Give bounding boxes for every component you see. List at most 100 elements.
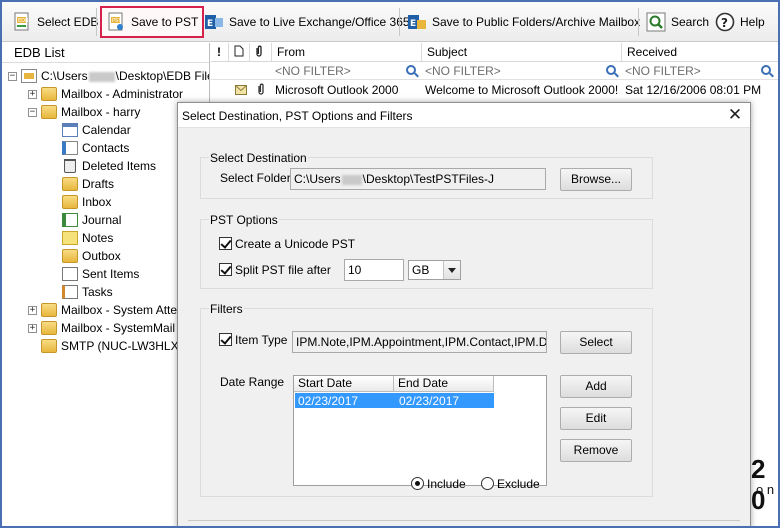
- tree-mailbox-harry[interactable]: − Mailbox - harry: [28, 103, 140, 121]
- column-from[interactable]: From: [277, 45, 305, 59]
- edit-date-button[interactable]: Edit: [560, 407, 632, 430]
- table-row[interactable]: 02/23/2017 02/23/2017: [295, 393, 494, 408]
- column-divider: [621, 43, 622, 62]
- search-icon[interactable]: [761, 65, 771, 75]
- tree-folder-tasks[interactable]: Tasks: [62, 283, 113, 301]
- edb-file-icon: EDB: [12, 12, 32, 32]
- attachment-icon[interactable]: [255, 45, 263, 61]
- from-filter[interactable]: <NO FILTER>: [275, 64, 351, 78]
- tree-root-label: C:\Users \Desktop\EDB File: [41, 69, 210, 83]
- tree-item-label: Deleted Items: [82, 159, 157, 173]
- tree-folder-calendar[interactable]: Calendar: [62, 121, 131, 139]
- help-icon: ?: [715, 12, 735, 32]
- svg-text:?: ?: [721, 16, 728, 30]
- help-label: Help: [740, 15, 765, 29]
- include-label: Include: [427, 477, 466, 491]
- tree-folder-sent-items[interactable]: Sent Items: [62, 265, 139, 283]
- expand-icon[interactable]: +: [28, 89, 37, 99]
- tree-folder-inbox[interactable]: Inbox: [62, 193, 111, 211]
- tree-root-edb-file[interactable]: − C:\Users \Desktop\EDB File: [8, 67, 210, 85]
- save-to-public-folders-button[interactable]: E Save to Public Folders/Archive Mailbox: [403, 7, 644, 37]
- column-subject[interactable]: Subject: [427, 45, 467, 59]
- select-folder-label: Select Folder :: [220, 171, 298, 185]
- row-received: Sat 12/16/2006 08:01 PM: [625, 83, 762, 97]
- search-icon[interactable]: [606, 65, 616, 75]
- pst-file-icon: PST: [106, 12, 126, 32]
- edb-file-icon: [21, 69, 37, 83]
- exclude-radio[interactable]: [481, 477, 494, 490]
- search-icon: [646, 12, 666, 32]
- item-type-checkbox[interactable]: [219, 333, 232, 346]
- collapse-icon[interactable]: −: [8, 71, 17, 81]
- document-icon[interactable]: [234, 45, 244, 60]
- pst-options-dialog: Select Destination, PST Options and Filt…: [177, 102, 751, 526]
- filters-group-label: Filters: [209, 302, 244, 316]
- tree-mailbox-systemmailbox[interactable]: + Mailbox - SystemMail: [28, 319, 175, 337]
- chevron-down-icon[interactable]: [443, 261, 460, 279]
- search-icon[interactable]: [406, 65, 416, 75]
- tree-folder-deleted-items[interactable]: Deleted Items: [62, 157, 156, 175]
- collapse-icon[interactable]: −: [28, 107, 37, 117]
- close-icon[interactable]: ✕: [726, 106, 744, 124]
- mailbox-folder-icon: [41, 339, 57, 353]
- split-unit-select[interactable]: GB: [408, 260, 461, 280]
- end-date-column[interactable]: End Date: [394, 376, 494, 392]
- subject-filter[interactable]: <NO FILTER>: [425, 64, 501, 78]
- save-to-live-exchange-button[interactable]: E Save to Live Exchange/Office 365: [200, 7, 414, 37]
- tree-mailbox-system-attendant[interactable]: + Mailbox - System Atte: [28, 301, 177, 319]
- expand-icon[interactable]: +: [28, 323, 37, 333]
- contacts-icon: [62, 141, 78, 155]
- column-importance[interactable]: !: [217, 45, 221, 59]
- column-divider: [249, 43, 250, 62]
- save-to-pst-label: Save to PST: [131, 15, 199, 29]
- column-received[interactable]: Received: [627, 45, 677, 59]
- search-label: Search: [671, 15, 710, 29]
- help-button[interactable]: ? Help: [711, 7, 769, 37]
- exchange-icon: E: [204, 12, 224, 32]
- tree-folder-journal[interactable]: Journal: [62, 211, 121, 229]
- search-button[interactable]: Search: [642, 7, 713, 37]
- app-window: EDB Select EDB PST Save to PST E Save to…: [0, 0, 780, 528]
- date-range-label: Date Range: [220, 375, 285, 389]
- edb-list-header: EDB List: [2, 43, 209, 63]
- redacted-username: [341, 174, 362, 185]
- tree-smtp[interactable]: SMTP (NUC-LW3HLX: [41, 337, 179, 355]
- received-filter[interactable]: <NO FILTER>: [625, 64, 701, 78]
- expand-icon[interactable]: +: [28, 305, 37, 315]
- start-date-column[interactable]: Start Date: [294, 376, 394, 392]
- item-type-label: Item Type: [235, 333, 288, 347]
- item-type-field[interactable]: IPM.Note,IPM.Appointment,IPM.Contact,IPM…: [292, 331, 547, 353]
- save-to-pst-button[interactable]: PST Save to PST: [100, 6, 205, 38]
- toolbar-separator: [638, 8, 639, 36]
- date-range-list[interactable]: Start Date End Date 02/23/2017 02/23/201…: [293, 375, 547, 486]
- unicode-pst-checkbox[interactable]: [219, 237, 232, 250]
- tree-item-label: Outbox: [82, 249, 121, 263]
- select-edb-label: Select EDB: [37, 15, 99, 29]
- tree-item-label: Tasks: [82, 285, 113, 299]
- sent-items-icon: [62, 267, 78, 281]
- tree-item-label: Mailbox - SystemMail: [61, 321, 176, 335]
- tree-folder-drafts[interactable]: Drafts: [62, 175, 114, 193]
- select-item-type-button[interactable]: Select: [560, 331, 632, 354]
- tree-folder-outbox[interactable]: Outbox: [62, 247, 121, 265]
- background-text-fragment: o n: [756, 482, 775, 497]
- split-size-input[interactable]: 10: [344, 259, 404, 281]
- tree-folder-notes[interactable]: Notes: [62, 229, 113, 247]
- destination-group-label: Select Destination: [209, 151, 308, 165]
- tree-folder-contacts[interactable]: Contacts: [62, 139, 129, 157]
- exclude-label: Exclude: [497, 477, 540, 491]
- browse-button[interactable]: Browse...: [560, 168, 632, 191]
- remove-date-button[interactable]: Remove: [560, 439, 632, 462]
- split-pst-checkbox[interactable]: [219, 263, 232, 276]
- add-date-button[interactable]: Add: [560, 375, 632, 398]
- select-edb-button[interactable]: EDB Select EDB: [8, 7, 102, 37]
- destination-folder-field[interactable]: C:\Users \Desktop\TestPSTFiles-J: [290, 168, 546, 190]
- tree-mailbox-administrator[interactable]: + Mailbox - Administrator: [28, 85, 183, 103]
- row-end-date: 02/23/2017: [399, 394, 460, 408]
- tree-item-label: Inbox: [82, 195, 112, 209]
- table-row[interactable]: Microsoft Outlook 2000 Welcome to Micros…: [211, 81, 778, 99]
- toolbar: EDB Select EDB PST Save to PST E Save to…: [2, 2, 778, 42]
- mail-list-filter-row: <NO FILTER> <NO FILTER> <NO FILTER>: [211, 62, 778, 80]
- tree-item-label: Mailbox - harry: [61, 105, 141, 119]
- include-radio[interactable]: [411, 477, 424, 490]
